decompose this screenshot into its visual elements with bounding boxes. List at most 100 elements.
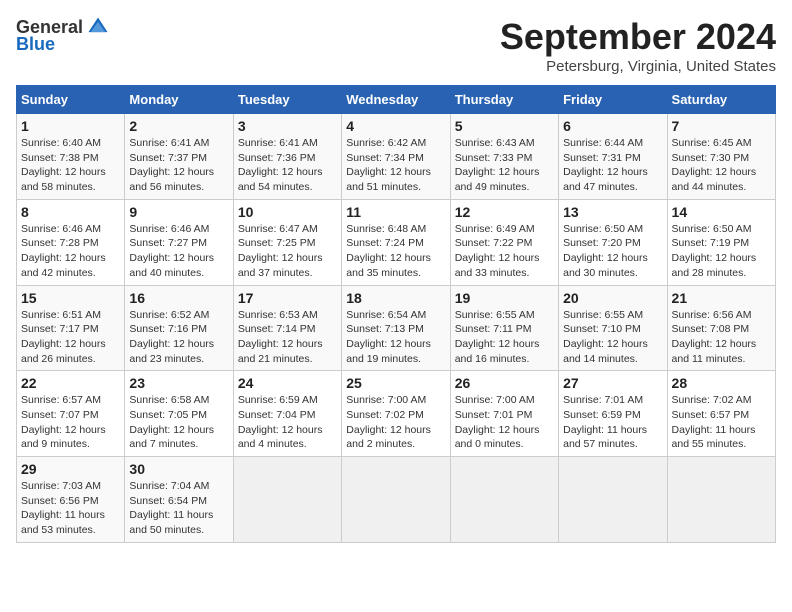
calendar-week-row: 8 Sunrise: 6:46 AM Sunset: 7:28 PM Daylig… (17, 199, 776, 285)
day-detail: Sunrise: 6:54 AM Sunset: 7:13 PM Dayligh… (346, 308, 445, 367)
calendar-cell: 30 Sunrise: 7:04 AM Sunset: 6:54 PM Dayli… (125, 457, 233, 543)
day-number: 11 (346, 204, 445, 220)
day-detail: Sunrise: 6:44 AM Sunset: 7:31 PM Dayligh… (563, 136, 662, 195)
calendar-cell (450, 457, 558, 543)
day-detail: Sunrise: 6:46 AM Sunset: 7:28 PM Dayligh… (21, 222, 120, 281)
calendar-cell: 3 Sunrise: 6:41 AM Sunset: 7:36 PM Daylig… (233, 114, 341, 200)
calendar-cell: 22 Sunrise: 6:57 AM Sunset: 7:07 PM Dayli… (17, 371, 125, 457)
calendar-cell: 25 Sunrise: 7:00 AM Sunset: 7:02 PM Dayli… (342, 371, 450, 457)
calendar-cell: 15 Sunrise: 6:51 AM Sunset: 7:17 PM Dayli… (17, 285, 125, 371)
day-number: 6 (563, 118, 662, 134)
calendar-cell (233, 457, 341, 543)
day-number: 10 (238, 204, 337, 220)
calendar-cell: 28Sunrise: 7:02 AM Sunset: 6:57 PM Dayli… (667, 371, 775, 457)
location: Petersburg, Virginia, United States (500, 58, 776, 75)
day-detail: Sunrise: 7:01 AM Sunset: 6:59 PM Dayligh… (563, 393, 662, 452)
day-detail: Sunrise: 6:53 AM Sunset: 7:14 PM Dayligh… (238, 308, 337, 367)
logo-icon (87, 16, 109, 38)
month-title: September 2024 (500, 16, 776, 58)
calendar-cell: 18 Sunrise: 6:54 AM Sunset: 7:13 PM Dayli… (342, 285, 450, 371)
title-area: September 2024 Petersburg, Virginia, Uni… (500, 16, 776, 75)
calendar-week-row: 1 Sunrise: 6:40 AM Sunset: 7:38 PM Daylig… (17, 114, 776, 200)
day-detail: Sunrise: 6:40 AM Sunset: 7:38 PM Dayligh… (21, 136, 120, 195)
day-detail: Sunrise: 7:00 AM Sunset: 7:02 PM Dayligh… (346, 393, 445, 452)
day-detail: Sunrise: 6:42 AM Sunset: 7:34 PM Dayligh… (346, 136, 445, 195)
day-number: 2 (129, 118, 228, 134)
calendar-week-row: 15 Sunrise: 6:51 AM Sunset: 7:17 PM Dayli… (17, 285, 776, 371)
calendar-cell: 6 Sunrise: 6:44 AM Sunset: 7:31 PM Daylig… (559, 114, 667, 200)
calendar-cell: 17 Sunrise: 6:53 AM Sunset: 7:14 PM Dayli… (233, 285, 341, 371)
day-header-sunday: Sunday (17, 86, 125, 114)
day-detail: Sunrise: 6:52 AM Sunset: 7:16 PM Dayligh… (129, 308, 228, 367)
calendar-cell: 13 Sunrise: 6:50 AM Sunset: 7:20 PM Dayli… (559, 199, 667, 285)
day-number: 1 (21, 118, 120, 134)
calendar-cell: 9 Sunrise: 6:46 AM Sunset: 7:27 PM Daylig… (125, 199, 233, 285)
day-number: 3 (238, 118, 337, 134)
calendar-cell: 1 Sunrise: 6:40 AM Sunset: 7:38 PM Daylig… (17, 114, 125, 200)
calendar-week-row: 29 Sunrise: 7:03 AM Sunset: 6:56 PM Dayli… (17, 457, 776, 543)
day-detail: Sunrise: 6:55 AM Sunset: 7:10 PM Dayligh… (563, 308, 662, 367)
day-detail: Sunrise: 6:56 AM Sunset: 7:08 PM Dayligh… (672, 308, 771, 367)
calendar-cell: 21 Sunrise: 6:56 AM Sunset: 7:08 PM Dayli… (667, 285, 775, 371)
day-header-friday: Friday (559, 86, 667, 114)
day-number: 25 (346, 375, 445, 391)
day-detail: Sunrise: 6:41 AM Sunset: 7:37 PM Dayligh… (129, 136, 228, 195)
day-number: 7 (672, 118, 771, 134)
calendar-cell: 27 Sunrise: 7:01 AM Sunset: 6:59 PM Dayli… (559, 371, 667, 457)
day-number: 30 (129, 461, 228, 477)
day-number: 26 (455, 375, 554, 391)
calendar-table: SundayMondayTuesdayWednesdayThursdayFrid… (16, 85, 776, 543)
day-detail: Sunrise: 6:50 AM Sunset: 7:20 PM Dayligh… (563, 222, 662, 281)
day-number: 16 (129, 290, 228, 306)
day-number: 22 (21, 375, 120, 391)
day-detail: Sunrise: 7:04 AM Sunset: 6:54 PM Dayligh… (129, 479, 228, 538)
day-detail: Sunrise: 6:51 AM Sunset: 7:17 PM Dayligh… (21, 308, 120, 367)
day-number: 20 (563, 290, 662, 306)
calendar-cell: 5Sunrise: 6:43 AM Sunset: 7:33 PM Daylig… (450, 114, 558, 200)
calendar-cell: 19Sunrise: 6:55 AM Sunset: 7:11 PM Dayli… (450, 285, 558, 371)
calendar-cell (559, 457, 667, 543)
day-detail: Sunrise: 6:48 AM Sunset: 7:24 PM Dayligh… (346, 222, 445, 281)
day-detail: Sunrise: 7:00 AM Sunset: 7:01 PM Dayligh… (455, 393, 554, 452)
calendar-cell: 11 Sunrise: 6:48 AM Sunset: 7:24 PM Dayli… (342, 199, 450, 285)
day-detail: Sunrise: 6:50 AM Sunset: 7:19 PM Dayligh… (672, 222, 771, 281)
day-detail: Sunrise: 6:46 AM Sunset: 7:27 PM Dayligh… (129, 222, 228, 281)
day-number: 17 (238, 290, 337, 306)
calendar-cell: 12 Sunrise: 6:49 AM Sunset: 7:22 PM Dayli… (450, 199, 558, 285)
logo-blue-text: Blue (16, 34, 55, 55)
day-detail: Sunrise: 6:47 AM Sunset: 7:25 PM Dayligh… (238, 222, 337, 281)
calendar-week-row: 22 Sunrise: 6:57 AM Sunset: 7:07 PM Dayli… (17, 371, 776, 457)
day-detail: Sunrise: 6:49 AM Sunset: 7:22 PM Dayligh… (455, 222, 554, 281)
day-number: 27 (563, 375, 662, 391)
day-detail: Sunrise: 6:59 AM Sunset: 7:04 PM Dayligh… (238, 393, 337, 452)
calendar-cell: 14 Sunrise: 6:50 AM Sunset: 7:19 PM Dayli… (667, 199, 775, 285)
day-number: 21 (672, 290, 771, 306)
day-header-wednesday: Wednesday (342, 86, 450, 114)
header: General Blue September 2024 Petersburg, … (16, 16, 776, 75)
calendar-cell: 8 Sunrise: 6:46 AM Sunset: 7:28 PM Daylig… (17, 199, 125, 285)
day-number: 14 (672, 204, 771, 220)
calendar-cell: 16 Sunrise: 6:52 AM Sunset: 7:16 PM Dayli… (125, 285, 233, 371)
day-number: 4 (346, 118, 445, 134)
day-detail: Sunrise: 6:41 AM Sunset: 7:36 PM Dayligh… (238, 136, 337, 195)
day-number: 19 (455, 290, 554, 306)
day-detail: Sunrise: 6:58 AM Sunset: 7:05 PM Dayligh… (129, 393, 228, 452)
day-number: 12 (455, 204, 554, 220)
day-header-thursday: Thursday (450, 86, 558, 114)
day-number: 15 (21, 290, 120, 306)
calendar-cell (667, 457, 775, 543)
day-number: 13 (563, 204, 662, 220)
day-detail: Sunrise: 7:03 AM Sunset: 6:56 PM Dayligh… (21, 479, 120, 538)
day-header-saturday: Saturday (667, 86, 775, 114)
day-detail: Sunrise: 6:57 AM Sunset: 7:07 PM Dayligh… (21, 393, 120, 452)
day-number: 9 (129, 204, 228, 220)
calendar-cell: 23Sunrise: 6:58 AM Sunset: 7:05 PM Dayli… (125, 371, 233, 457)
day-number: 28 (672, 375, 771, 391)
day-number: 29 (21, 461, 120, 477)
day-header-monday: Monday (125, 86, 233, 114)
calendar-cell: 10 Sunrise: 6:47 AM Sunset: 7:25 PM Dayli… (233, 199, 341, 285)
day-number: 18 (346, 290, 445, 306)
day-number: 8 (21, 204, 120, 220)
calendar-cell: 26 Sunrise: 7:00 AM Sunset: 7:01 PM Dayli… (450, 371, 558, 457)
calendar-cell: 2 Sunrise: 6:41 AM Sunset: 7:37 PM Daylig… (125, 114, 233, 200)
